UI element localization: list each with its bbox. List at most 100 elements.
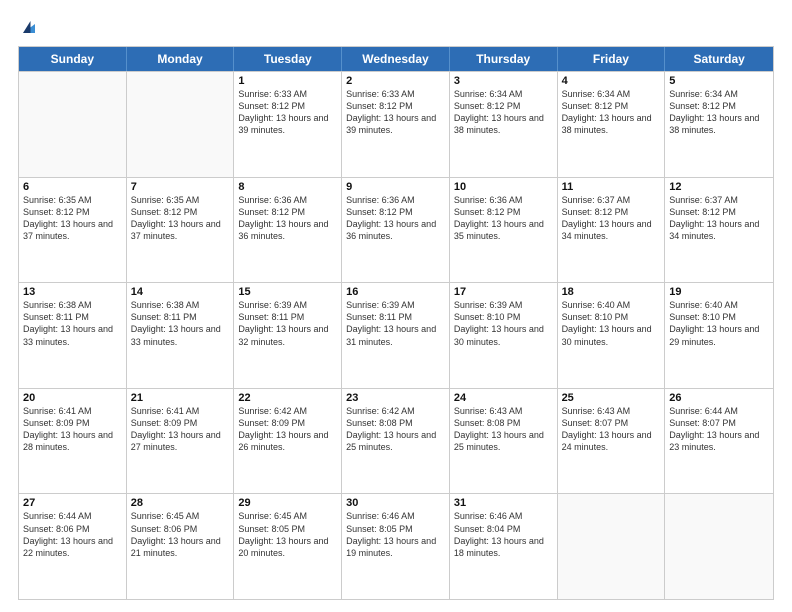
day-number: 20 xyxy=(23,392,122,404)
calendar-cell xyxy=(665,494,773,599)
day-info: Sunrise: 6:39 AM Sunset: 8:11 PM Dayligh… xyxy=(346,299,445,348)
calendar-cell: 5Sunrise: 6:34 AM Sunset: 8:12 PM Daylig… xyxy=(665,72,773,177)
calendar-cell: 21Sunrise: 6:41 AM Sunset: 8:09 PM Dayli… xyxy=(127,389,235,494)
day-info: Sunrise: 6:34 AM Sunset: 8:12 PM Dayligh… xyxy=(562,88,661,137)
day-number: 3 xyxy=(454,75,553,87)
calendar-cell: 31Sunrise: 6:46 AM Sunset: 8:04 PM Dayli… xyxy=(450,494,558,599)
calendar-cell: 19Sunrise: 6:40 AM Sunset: 8:10 PM Dayli… xyxy=(665,283,773,388)
day-number: 7 xyxy=(131,181,230,193)
calendar-cell: 18Sunrise: 6:40 AM Sunset: 8:10 PM Dayli… xyxy=(558,283,666,388)
day-number: 1 xyxy=(238,75,337,87)
day-info: Sunrise: 6:41 AM Sunset: 8:09 PM Dayligh… xyxy=(131,405,230,454)
day-number: 17 xyxy=(454,286,553,298)
day-number: 19 xyxy=(669,286,769,298)
calendar-cell: 27Sunrise: 6:44 AM Sunset: 8:06 PM Dayli… xyxy=(19,494,127,599)
day-number: 29 xyxy=(238,497,337,509)
day-number: 13 xyxy=(23,286,122,298)
logo-icon xyxy=(20,18,38,36)
day-info: Sunrise: 6:39 AM Sunset: 8:10 PM Dayligh… xyxy=(454,299,553,348)
day-number: 24 xyxy=(454,392,553,404)
day-number: 25 xyxy=(562,392,661,404)
day-number: 12 xyxy=(669,181,769,193)
calendar-cell: 11Sunrise: 6:37 AM Sunset: 8:12 PM Dayli… xyxy=(558,178,666,283)
calendar-cell: 28Sunrise: 6:45 AM Sunset: 8:06 PM Dayli… xyxy=(127,494,235,599)
calendar-cell: 9Sunrise: 6:36 AM Sunset: 8:12 PM Daylig… xyxy=(342,178,450,283)
calendar-header: SundayMondayTuesdayWednesdayThursdayFrid… xyxy=(19,47,773,71)
day-number: 27 xyxy=(23,497,122,509)
calendar-cell: 2Sunrise: 6:33 AM Sunset: 8:12 PM Daylig… xyxy=(342,72,450,177)
calendar: SundayMondayTuesdayWednesdayThursdayFrid… xyxy=(18,46,774,600)
day-number: 28 xyxy=(131,497,230,509)
calendar-cell: 20Sunrise: 6:41 AM Sunset: 8:09 PM Dayli… xyxy=(19,389,127,494)
day-info: Sunrise: 6:38 AM Sunset: 8:11 PM Dayligh… xyxy=(131,299,230,348)
day-number: 15 xyxy=(238,286,337,298)
day-info: Sunrise: 6:45 AM Sunset: 8:06 PM Dayligh… xyxy=(131,510,230,559)
day-info: Sunrise: 6:45 AM Sunset: 8:05 PM Dayligh… xyxy=(238,510,337,559)
calendar-cell: 16Sunrise: 6:39 AM Sunset: 8:11 PM Dayli… xyxy=(342,283,450,388)
day-info: Sunrise: 6:41 AM Sunset: 8:09 PM Dayligh… xyxy=(23,405,122,454)
day-number: 23 xyxy=(346,392,445,404)
calendar-cell: 8Sunrise: 6:36 AM Sunset: 8:12 PM Daylig… xyxy=(234,178,342,283)
calendar-week-row: 27Sunrise: 6:44 AM Sunset: 8:06 PM Dayli… xyxy=(19,493,773,599)
calendar-cell: 22Sunrise: 6:42 AM Sunset: 8:09 PM Dayli… xyxy=(234,389,342,494)
day-info: Sunrise: 6:37 AM Sunset: 8:12 PM Dayligh… xyxy=(669,194,769,243)
weekday-header: Friday xyxy=(558,47,666,71)
weekday-header: Saturday xyxy=(665,47,773,71)
day-info: Sunrise: 6:44 AM Sunset: 8:07 PM Dayligh… xyxy=(669,405,769,454)
day-number: 8 xyxy=(238,181,337,193)
day-number: 30 xyxy=(346,497,445,509)
weekday-header: Monday xyxy=(127,47,235,71)
day-info: Sunrise: 6:42 AM Sunset: 8:09 PM Dayligh… xyxy=(238,405,337,454)
day-number: 31 xyxy=(454,497,553,509)
day-number: 21 xyxy=(131,392,230,404)
day-info: Sunrise: 6:34 AM Sunset: 8:12 PM Dayligh… xyxy=(669,88,769,137)
weekday-header: Thursday xyxy=(450,47,558,71)
header xyxy=(18,18,774,36)
calendar-cell xyxy=(127,72,235,177)
calendar-cell: 25Sunrise: 6:43 AM Sunset: 8:07 PM Dayli… xyxy=(558,389,666,494)
calendar-cell xyxy=(19,72,127,177)
day-info: Sunrise: 6:36 AM Sunset: 8:12 PM Dayligh… xyxy=(238,194,337,243)
day-info: Sunrise: 6:38 AM Sunset: 8:11 PM Dayligh… xyxy=(23,299,122,348)
logo xyxy=(18,18,38,36)
weekday-header: Sunday xyxy=(19,47,127,71)
day-number: 6 xyxy=(23,181,122,193)
calendar-cell: 15Sunrise: 6:39 AM Sunset: 8:11 PM Dayli… xyxy=(234,283,342,388)
day-info: Sunrise: 6:35 AM Sunset: 8:12 PM Dayligh… xyxy=(23,194,122,243)
day-info: Sunrise: 6:33 AM Sunset: 8:12 PM Dayligh… xyxy=(238,88,337,137)
day-number: 16 xyxy=(346,286,445,298)
day-number: 4 xyxy=(562,75,661,87)
day-number: 2 xyxy=(346,75,445,87)
day-info: Sunrise: 6:44 AM Sunset: 8:06 PM Dayligh… xyxy=(23,510,122,559)
calendar-cell: 3Sunrise: 6:34 AM Sunset: 8:12 PM Daylig… xyxy=(450,72,558,177)
calendar-cell: 4Sunrise: 6:34 AM Sunset: 8:12 PM Daylig… xyxy=(558,72,666,177)
calendar-cell: 13Sunrise: 6:38 AM Sunset: 8:11 PM Dayli… xyxy=(19,283,127,388)
calendar-cell: 14Sunrise: 6:38 AM Sunset: 8:11 PM Dayli… xyxy=(127,283,235,388)
day-info: Sunrise: 6:46 AM Sunset: 8:05 PM Dayligh… xyxy=(346,510,445,559)
calendar-cell: 17Sunrise: 6:39 AM Sunset: 8:10 PM Dayli… xyxy=(450,283,558,388)
calendar-week-row: 6Sunrise: 6:35 AM Sunset: 8:12 PM Daylig… xyxy=(19,177,773,283)
day-info: Sunrise: 6:39 AM Sunset: 8:11 PM Dayligh… xyxy=(238,299,337,348)
day-info: Sunrise: 6:34 AM Sunset: 8:12 PM Dayligh… xyxy=(454,88,553,137)
day-info: Sunrise: 6:33 AM Sunset: 8:12 PM Dayligh… xyxy=(346,88,445,137)
day-number: 26 xyxy=(669,392,769,404)
calendar-cell: 10Sunrise: 6:36 AM Sunset: 8:12 PM Dayli… xyxy=(450,178,558,283)
day-info: Sunrise: 6:37 AM Sunset: 8:12 PM Dayligh… xyxy=(562,194,661,243)
calendar-cell: 6Sunrise: 6:35 AM Sunset: 8:12 PM Daylig… xyxy=(19,178,127,283)
weekday-header: Wednesday xyxy=(342,47,450,71)
day-info: Sunrise: 6:43 AM Sunset: 8:07 PM Dayligh… xyxy=(562,405,661,454)
day-info: Sunrise: 6:42 AM Sunset: 8:08 PM Dayligh… xyxy=(346,405,445,454)
day-number: 11 xyxy=(562,181,661,193)
day-info: Sunrise: 6:35 AM Sunset: 8:12 PM Dayligh… xyxy=(131,194,230,243)
calendar-cell: 1Sunrise: 6:33 AM Sunset: 8:12 PM Daylig… xyxy=(234,72,342,177)
day-info: Sunrise: 6:43 AM Sunset: 8:08 PM Dayligh… xyxy=(454,405,553,454)
calendar-week-row: 1Sunrise: 6:33 AM Sunset: 8:12 PM Daylig… xyxy=(19,71,773,177)
day-number: 14 xyxy=(131,286,230,298)
calendar-cell: 24Sunrise: 6:43 AM Sunset: 8:08 PM Dayli… xyxy=(450,389,558,494)
day-number: 22 xyxy=(238,392,337,404)
day-info: Sunrise: 6:36 AM Sunset: 8:12 PM Dayligh… xyxy=(454,194,553,243)
calendar-week-row: 20Sunrise: 6:41 AM Sunset: 8:09 PM Dayli… xyxy=(19,388,773,494)
calendar-cell: 30Sunrise: 6:46 AM Sunset: 8:05 PM Dayli… xyxy=(342,494,450,599)
day-number: 5 xyxy=(669,75,769,87)
day-info: Sunrise: 6:36 AM Sunset: 8:12 PM Dayligh… xyxy=(346,194,445,243)
